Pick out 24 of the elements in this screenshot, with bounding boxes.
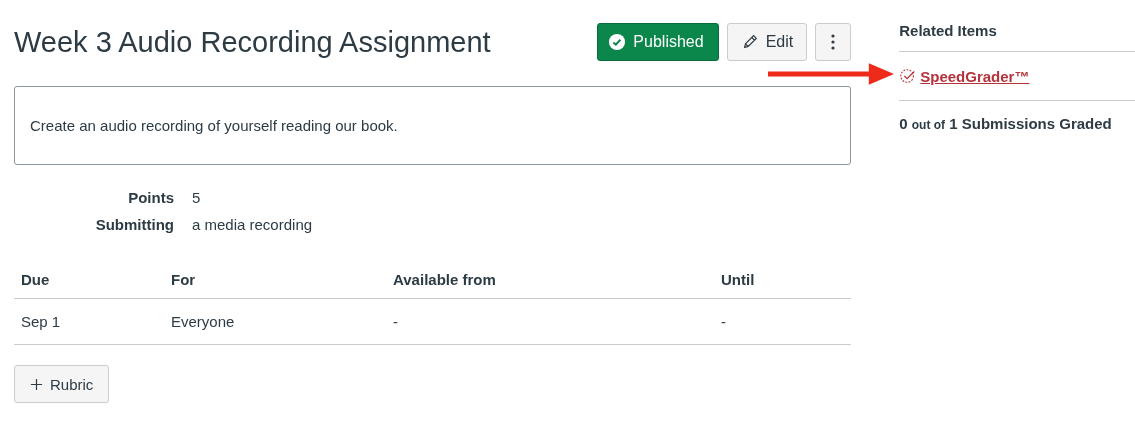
column-header: Due [14, 261, 164, 299]
table-cell: Sep 1 [14, 298, 164, 345]
column-header: Available from [386, 261, 714, 299]
speedgrader-link[interactable]: SpeedGrader™ [920, 67, 1030, 85]
sidebar-heading: Related Items [899, 22, 1135, 52]
graded-count: 0 out of 1 Submissions Graded [899, 115, 1113, 132]
column-header: For [164, 261, 386, 299]
detail-value: a media recording [192, 216, 313, 233]
table-cell: - [386, 298, 714, 345]
table-cell: Everyone [164, 298, 386, 345]
detail-label: Points [127, 189, 174, 206]
description-text: Create an audio recording of yourself reading our book. [30, 117, 398, 134]
check-circle-icon [608, 33, 627, 51]
detail-label: Submitting [94, 216, 174, 233]
plus-icon [30, 377, 43, 391]
add-rubric-button[interactable]: Rubric [14, 365, 110, 403]
edit-button[interactable]: Edit [726, 23, 808, 61]
published-button[interactable]: Published [597, 23, 719, 61]
table-cell: - [714, 298, 852, 345]
page-title: Week 3 Audio Recording Assignment [14, 25, 491, 59]
more-options-button[interactable] [815, 23, 852, 61]
detail-value: 5 [192, 189, 201, 206]
kebab-icon [831, 34, 836, 50]
column-header: Until [714, 261, 852, 299]
